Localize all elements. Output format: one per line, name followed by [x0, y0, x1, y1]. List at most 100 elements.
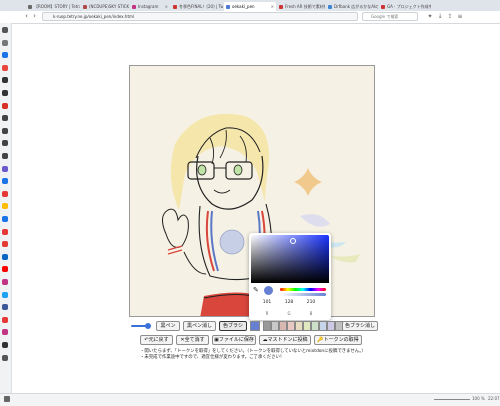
palette-swatch[interactable] — [319, 321, 327, 331]
tab-favicon-icon — [279, 4, 283, 9]
zoom-slider[interactable] — [434, 399, 470, 400]
notes: ・開いたらまず、「トークンを取得」をしてください。（トークンを取得していないとm… — [140, 349, 400, 361]
sidebar-app-icon[interactable] — [2, 304, 8, 311]
sidebar-app-icon[interactable] — [2, 178, 8, 185]
color-knob[interactable] — [290, 238, 296, 244]
sidebar-app-icon[interactable] — [2, 52, 8, 59]
sidebar-app-icon[interactable] — [2, 127, 8, 134]
palette-swatch[interactable] — [303, 321, 311, 331]
green-label: G — [287, 311, 291, 316]
sidebar-app-icon[interactable] — [2, 77, 8, 84]
color-picker[interactable]: ✎ 101 128 210 R G B — [249, 233, 331, 320]
sidebar — [0, 23, 12, 393]
sidebar-app-icon[interactable] — [2, 27, 8, 33]
color-preview — [264, 286, 273, 295]
tab-close-icon[interactable]: × — [269, 4, 274, 9]
sidebar-app-icon[interactable] — [2, 165, 8, 172]
tab-label: Fresh AR 技術で素材制作 — [285, 3, 325, 9]
black-pen-button[interactable]: 黒ペン — [156, 321, 180, 331]
sidebar-app-icon[interactable] — [2, 203, 8, 210]
sidebar-app-icon[interactable] — [2, 90, 8, 96]
sidebar-app-icon[interactable] — [2, 153, 8, 159]
forward-icon[interactable]: › — [30, 12, 39, 21]
tab-label: 冬季色FINAL！(20) | Twe — [179, 3, 223, 9]
undo-button[interactable]: ↶元に戻す — [140, 335, 173, 345]
palette-swatch[interactable] — [263, 321, 271, 331]
black-pen-erase-button[interactable]: 黒ペン消し — [183, 321, 216, 331]
green-value[interactable]: 128 — [281, 300, 297, 305]
sidebar-app-icon[interactable] — [2, 64, 8, 71]
drawing-controls: 黒ペン 黒ペン消し 色ブラシ 色ブラシ消し ↶元に戻す ✕全て消す ▣ファイルに… — [128, 321, 384, 345]
tab[interactable]: GA · プロジェクト作成中× — [379, 2, 431, 11]
tab-label: GA · プロジェクト作成中 — [387, 3, 431, 9]
post-mastodon-button[interactable]: ☁マストドンに投稿 — [259, 335, 311, 345]
search-input[interactable]: Google で検索 — [362, 12, 418, 21]
palette-swatch[interactable] — [287, 321, 295, 331]
palette-swatch[interactable] — [279, 321, 287, 331]
menu-icon[interactable]: ≡ — [456, 12, 464, 21]
sidebar-app-icon[interactable] — [2, 140, 8, 147]
sidebar-app-icon[interactable] — [2, 253, 8, 260]
color-brush-erase-button[interactable]: 色ブラシ消し — [342, 321, 378, 331]
download-icon[interactable]: ↓ — [436, 12, 444, 21]
sidebar-app-icon[interactable] — [2, 329, 8, 336]
palette-swatch[interactable] — [327, 321, 335, 331]
tab[interactable]: oekaki_pen × — [224, 2, 276, 11]
sidebar-app-icon[interactable] — [2, 342, 8, 348]
tab-label: Instagram — [138, 4, 159, 9]
note-line: ・未完成で作業途中ですので、適宜仕様が変わります。ご了承ください！ — [140, 355, 285, 360]
tab-label: 【ROOM】STORY | Tetra — [34, 3, 80, 9]
palette-swatch[interactable] — [295, 321, 303, 331]
tab-favicon-icon — [28, 4, 32, 9]
panel-toggle-icon[interactable] — [4, 396, 10, 402]
sidebar-app-icon[interactable] — [2, 190, 8, 197]
red-value[interactable]: 101 — [259, 300, 275, 305]
url-text: k-ruop.tetry.ne.jp/oekaki_pen/index.html — [53, 14, 135, 19]
share-icon[interactable]: ⇪ — [446, 12, 454, 21]
sidebar-app-icon[interactable] — [2, 102, 8, 109]
alpha-slider[interactable] — [280, 293, 326, 296]
get-token-button[interactable]: 🔑トークンの取得 — [314, 335, 362, 345]
tab-favicon-icon — [173, 4, 177, 9]
tab-close-icon[interactable]: × — [163, 4, 168, 9]
tab-favicon-icon — [83, 4, 87, 9]
tab[interactable]: Instagram × — [130, 2, 170, 11]
blue-value[interactable]: 210 — [303, 300, 319, 305]
sidebar-app-icon[interactable] — [2, 115, 8, 122]
tab-favicon-icon — [226, 4, 230, 9]
palette-swatch[interactable] — [311, 321, 319, 331]
eyedropper-icon[interactable]: ✎ — [253, 286, 259, 295]
clear-all-button[interactable]: ✕全て消す — [176, 335, 209, 345]
tab-favicon-icon — [328, 4, 332, 9]
color-brush-button[interactable]: 色ブラシ — [219, 321, 247, 331]
sidebar-app-icon[interactable] — [2, 241, 8, 248]
zoom-level: 100 % — [472, 396, 485, 401]
sidebar-app-icon[interactable] — [2, 316, 8, 323]
sidebar-app-icon[interactable] — [2, 39, 8, 46]
selected-color-swatch[interactable] — [250, 321, 260, 331]
sidebar-app-icon[interactable] — [2, 354, 8, 361]
tab[interactable]: (NCDUPE)SKY STICK× — [81, 2, 129, 11]
sidebar-app-icon[interactable] — [2, 216, 8, 222]
tab[interactable]: Drfbank 広がるかなAIの× — [326, 2, 378, 11]
palette-swatch[interactable] — [335, 321, 343, 331]
sidebar-app-icon[interactable] — [2, 291, 8, 298]
clock: 22:07 — [488, 396, 500, 401]
slider-handle[interactable] — [145, 323, 151, 329]
extension-icon[interactable]: ✦ — [426, 12, 434, 21]
status-bar: 100 % 22:07 — [0, 393, 500, 406]
tab[interactable]: Fresh AR 技術で素材制作× — [277, 2, 325, 11]
palette-swatch[interactable] — [271, 321, 279, 331]
sidebar-app-icon[interactable] — [2, 279, 8, 285]
sidebar-app-icon[interactable] — [2, 266, 8, 273]
browser-toolbar: ‹ › k-ruop.tetry.ne.jp/oekaki_pen/index.… — [0, 11, 500, 24]
red-label: R — [265, 311, 269, 316]
blue-label: B — [309, 311, 313, 316]
tab-label: (NCDUPE)SKY STICK — [89, 4, 129, 9]
save-file-button[interactable]: ▣ファイルに保存 — [212, 335, 256, 345]
sidebar-app-icon[interactable] — [2, 228, 8, 235]
hue-slider[interactable] — [280, 288, 326, 291]
tab[interactable]: 【ROOM】STORY | Tetra× — [26, 2, 80, 11]
tab[interactable]: 冬季色FINAL！(20) | Twe× — [171, 2, 223, 11]
address-bar[interactable]: k-ruop.tetry.ne.jp/oekaki_pen/index.html — [42, 12, 358, 21]
